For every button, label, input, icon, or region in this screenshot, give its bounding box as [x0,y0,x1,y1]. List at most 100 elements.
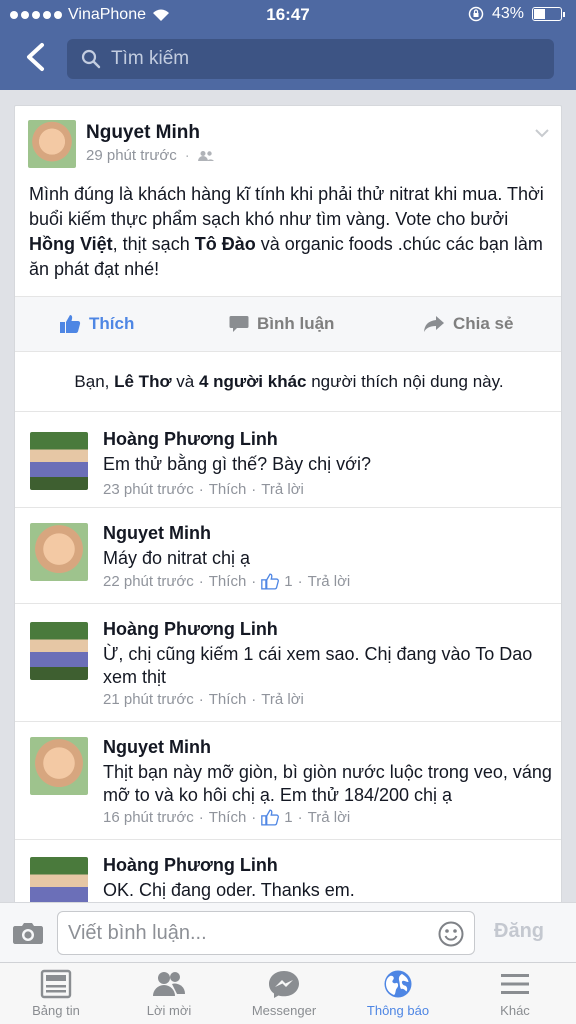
comment-like-button[interactable]: Thích [209,809,247,826]
avatar[interactable] [28,120,76,168]
status-right: 43% [468,5,565,23]
tab-notifications[interactable]: Thông báo [343,969,453,1018]
tab-friend-requests[interactable]: Lời mời [114,969,224,1018]
comment-meta: 22 phút trước · Thích · 1 · Trả lời [103,573,351,590]
friend-requests-icon [153,972,186,996]
share-label: Chia sẻ [453,314,514,333]
comment-composer: Viết bình luận... Đăng [0,902,576,962]
post-text-part: , thịt sạch [112,234,195,254]
tab-news-feed[interactable]: Bảng tin [1,969,111,1018]
battery-percent: 43% [491,5,524,22]
comment-time: 16 phút trước [103,809,194,826]
comment-like-count[interactable]: 1 [284,573,292,590]
back-arrow-icon[interactable] [22,42,50,72]
tab-more[interactable]: Khác [460,969,570,1018]
comment-reply-button[interactable]: Trả lời [308,809,351,826]
comment-icon [229,316,249,332]
share-arrow-icon [424,316,444,332]
post-header: Nguyet Minh 29 phút trước · [15,106,561,186]
post-time[interactable]: 29 phút trước [86,147,177,164]
comment-like-button[interactable]: Thích [209,691,247,708]
comment-text: OK. Chị đang oder. Thanks em. [103,880,355,900]
comment-meta: 23 phút trước · Thích · Trả lời [103,481,304,498]
comment-author[interactable]: Hoàng Phương Linh [103,429,278,450]
comment-time: 21 phút trước [103,691,194,708]
likes-summary[interactable]: Bạn, Lê Thơ và 4 người khác người thích … [15,352,561,412]
avatar[interactable] [30,523,88,581]
comment-text: Máy đo nitrat chị ạ [103,548,251,568]
avatar[interactable] [30,622,88,680]
comment-meta: 16 phút trước · Thích · 1 · Trả lời [103,809,351,826]
like-button[interactable]: Thích [59,314,134,334]
tab-messenger[interactable]: Messenger [229,969,339,1018]
messenger-icon [269,971,299,998]
globe-icon [384,970,412,998]
likes-mid: và [171,372,199,391]
comment-reply-button[interactable]: Trả lời [261,481,304,498]
comment-like-button[interactable]: Thích [209,573,247,590]
comment-reply-button[interactable]: Trả lời [261,691,304,708]
share-button[interactable]: Chia sẻ [423,314,513,334]
post-mention-to-dao[interactable]: Tô Đào [195,234,256,254]
news-feed-icon [40,969,72,999]
post-text: Mình đúng là khách hàng kĩ tính khi phải… [29,182,549,282]
search-placeholder: Tìm kiếm [111,48,190,69]
post-actions: Thích Bình luận Chia sẻ [15,296,561,352]
comment-author[interactable]: Hoàng Phương Linh [103,855,278,876]
comment-input-placeholder: Viết bình luận... [68,921,207,944]
comment-like-button[interactable]: Thích [209,481,247,498]
battery-icon [532,7,565,21]
thumbs-up-icon [60,315,81,333]
post-meta: 29 phút trước · [86,147,214,164]
status-bar: VinaPhone 16:47 43% [0,0,576,30]
thumbs-up-icon [261,809,280,826]
comment-button[interactable]: Bình luận [229,314,334,334]
top-bar: VinaPhone 16:47 43% Tìm kiếm [0,0,576,90]
comment-label: Bình luận [257,314,335,333]
comment-text: Thịt bạn này mỡ giòn, bì giòn nước luộc … [103,762,552,805]
chevron-down-icon[interactable] [535,128,549,138]
tab-bar: Bảng tin Lời mời Messenger Thông báo Khá… [0,962,576,1024]
comment-reply-button[interactable]: Trả lời [308,573,351,590]
tab-label: Messenger [251,1003,317,1018]
comment-item: Nguyet Minh Thịt bạn này mỡ giòn, bì giò… [15,722,561,840]
rotation-lock-icon [468,6,484,22]
avatar[interactable] [30,737,88,795]
post-comment-button[interactable]: Đăng [494,920,544,943]
comment-author[interactable]: Hoàng Phương Linh [103,619,278,640]
tab-label: Lời mời [146,1003,192,1018]
like-label: Thích [89,314,135,333]
tab-label: Bảng tin [32,1003,80,1018]
comment-item: Hoàng Phương Linh Ừ, chị cũng kiếm 1 cái… [15,604,561,722]
likes-others[interactable]: 4 người khác [199,372,307,391]
comment-item: Hoàng Phương Linh Em thử bằng gì thế? Bà… [15,412,561,508]
post-text-part: Mình đúng là khách hàng kĩ tính khi phải… [29,184,544,229]
likes-name[interactable]: Lê Thơ [114,372,171,391]
comment-item: Nguyet Minh Máy đo nitrat chị ạ 22 phút … [15,508,561,604]
post-card: Nguyet Minh 29 phút trước · Mình đúng là… [14,105,562,905]
menu-icon [501,974,529,994]
comment-input[interactable]: Viết bình luận... [57,911,475,955]
tab-label: Thông báo [366,1003,430,1018]
avatar[interactable] [30,857,88,904]
post-mention-hong-viet[interactable]: Hồng Việt [29,234,113,254]
camera-icon[interactable] [12,921,44,945]
comment-item: Hoàng Phương Linh OK. Chị đang oder. Tha… [15,840,561,904]
tab-label: Khác [500,1003,530,1018]
likes-prefix: Bạn, [74,372,115,391]
comment-author[interactable]: Nguyet Minh [103,737,211,758]
avatar[interactable] [30,432,88,490]
search-icon [81,49,101,69]
thumbs-up-icon [261,573,280,590]
comment-like-count[interactable]: 1 [284,809,292,826]
comment-text: Ừ, chị cũng kiếm 1 cái xem sao. Chị đang… [103,644,533,687]
comment-meta: 21 phút trước · Thích · Trả lời [103,691,304,708]
friends-privacy-icon [197,150,214,161]
search-input[interactable]: Tìm kiếm [67,39,554,79]
likes-suffix: người thích nội dung này. [306,372,504,391]
comment-time: 23 phút trước [103,481,194,498]
emoji-icon[interactable] [438,921,464,947]
post-author[interactable]: Nguyet Minh [86,122,200,144]
comment-author[interactable]: Nguyet Minh [103,523,211,544]
comment-time: 22 phút trước [103,573,194,590]
